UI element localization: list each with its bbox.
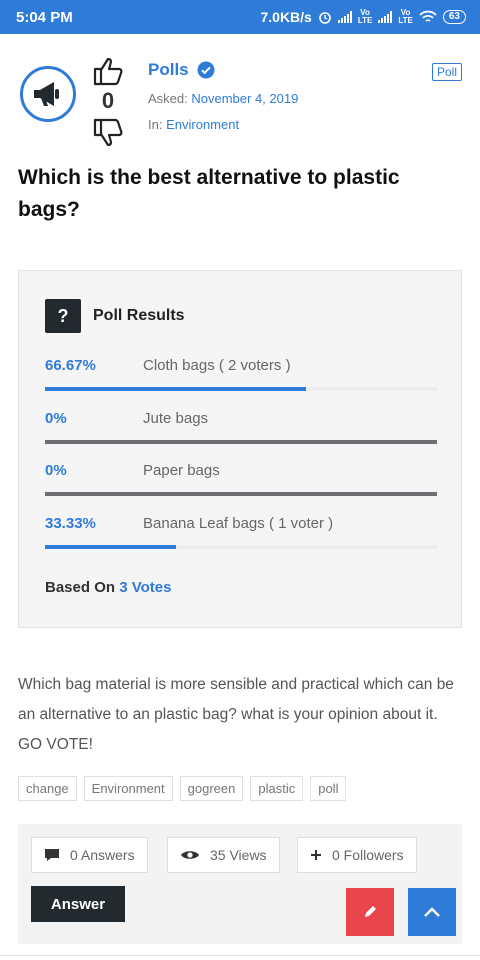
asked-date: Asked: November 4, 2019	[148, 91, 298, 106]
battery-icon: 63	[442, 10, 466, 24]
followers-stat[interactable]: 0 Followers	[297, 837, 417, 873]
comment-icon	[45, 849, 59, 861]
poll-vote-total: Based On 3 Votes	[45, 579, 171, 596]
status-bar: 5:04 PM 7.0KB/s Vo LTE Vo LTE 63	[0, 0, 480, 34]
tag-item[interactable]: Environment	[83, 776, 173, 801]
poll-results: ? Poll Results 66.67% Cloth bags ( 2 vot…	[18, 270, 462, 628]
category-prefix: In:	[148, 117, 163, 132]
plus-icon	[311, 850, 321, 860]
answers-stat[interactable]: 0 Answers	[31, 837, 148, 873]
poll-option-track	[45, 440, 437, 444]
based-on-label: Based On	[45, 579, 116, 596]
verified-badge-icon	[197, 61, 215, 79]
signal-icon	[337, 11, 352, 23]
status-time: 5:04 PM	[16, 8, 73, 26]
followers-count: 0 Followers	[332, 847, 404, 863]
megaphone-icon	[34, 82, 59, 106]
alarm-icon	[319, 12, 331, 24]
post-meta: Polls Asked: November 4, 2019 In: Enviro…	[148, 60, 298, 132]
views-count: 35 Views	[210, 847, 267, 863]
poll-option-percent: 0%	[45, 462, 67, 479]
poll-title: Poll Results	[93, 307, 185, 324]
lte-icon: Vo LTE	[357, 8, 373, 25]
poll-option-percent: 66.67%	[45, 357, 96, 374]
author: Polls	[148, 60, 298, 80]
poll-option-bar	[45, 545, 176, 549]
question-mark-icon: ?	[45, 299, 81, 333]
vote-count: 0	[101, 88, 115, 113]
poll-option-track	[45, 492, 437, 496]
thumbs-down-icon[interactable]	[92, 118, 124, 148]
asked-prefix: Asked:	[148, 91, 188, 106]
pencil-icon	[365, 906, 376, 917]
poll-option-percent: 0%	[45, 410, 67, 427]
wifi-icon	[419, 10, 437, 22]
poll-option-track	[45, 545, 437, 549]
tag-list: change Environment gogreen plastic poll	[18, 776, 347, 801]
status-icons: 7.0KB/s Vo LTE Vo LTE 63	[260, 9, 466, 25]
scroll-top-button[interactable]	[408, 888, 456, 936]
thumbs-up-icon[interactable]	[92, 56, 124, 86]
poll-option-track	[45, 387, 437, 391]
vote-total: 3 Votes	[119, 579, 172, 596]
author-name[interactable]: Polls	[148, 60, 189, 80]
poll-option-percent: 33.33%	[45, 515, 96, 532]
views-stat: 35 Views	[167, 837, 280, 873]
network-speed: 7.0KB/s	[260, 9, 312, 25]
poll-option-bar	[45, 387, 307, 391]
tag-item[interactable]: gogreen	[179, 776, 244, 801]
lte-icon-2: Vo LTE	[398, 8, 413, 25]
poll-option-label: Banana Leaf bags ( 1 voter )	[143, 515, 334, 532]
question-title: Which is the best alternative to plastic…	[18, 166, 400, 221]
signal-icon-2	[378, 11, 393, 23]
question-description: Which bag material is more sensible and …	[18, 676, 454, 753]
poll-option-label: Paper bags	[143, 462, 220, 479]
category-link[interactable]: Environment	[166, 117, 239, 132]
asked-date-link[interactable]: November 4, 2019	[191, 91, 298, 106]
answers-count: 0 Answers	[70, 847, 135, 863]
post-type-tag[interactable]: Poll	[431, 63, 462, 81]
poll-header: ? Poll Results	[45, 299, 185, 333]
answer-button[interactable]: Answer	[31, 886, 125, 922]
edit-button[interactable]	[346, 888, 394, 936]
tag-item[interactable]: poll	[310, 776, 347, 801]
question-footer: 0 Answers 35 Views 0 Followers Answer	[18, 824, 462, 944]
eye-icon	[181, 851, 199, 859]
vote-widget: 0	[90, 56, 126, 148]
post-category: In: Environment	[148, 117, 298, 132]
tag-item[interactable]: change	[18, 776, 77, 801]
avatar[interactable]	[20, 66, 76, 122]
poll-option-label: Cloth bags ( 2 voters )	[143, 357, 291, 374]
chevron-up-icon	[424, 907, 440, 917]
poll-option-label: Jute bags	[143, 410, 209, 427]
tag-item[interactable]: plastic	[250, 776, 304, 801]
divider	[0, 955, 480, 956]
